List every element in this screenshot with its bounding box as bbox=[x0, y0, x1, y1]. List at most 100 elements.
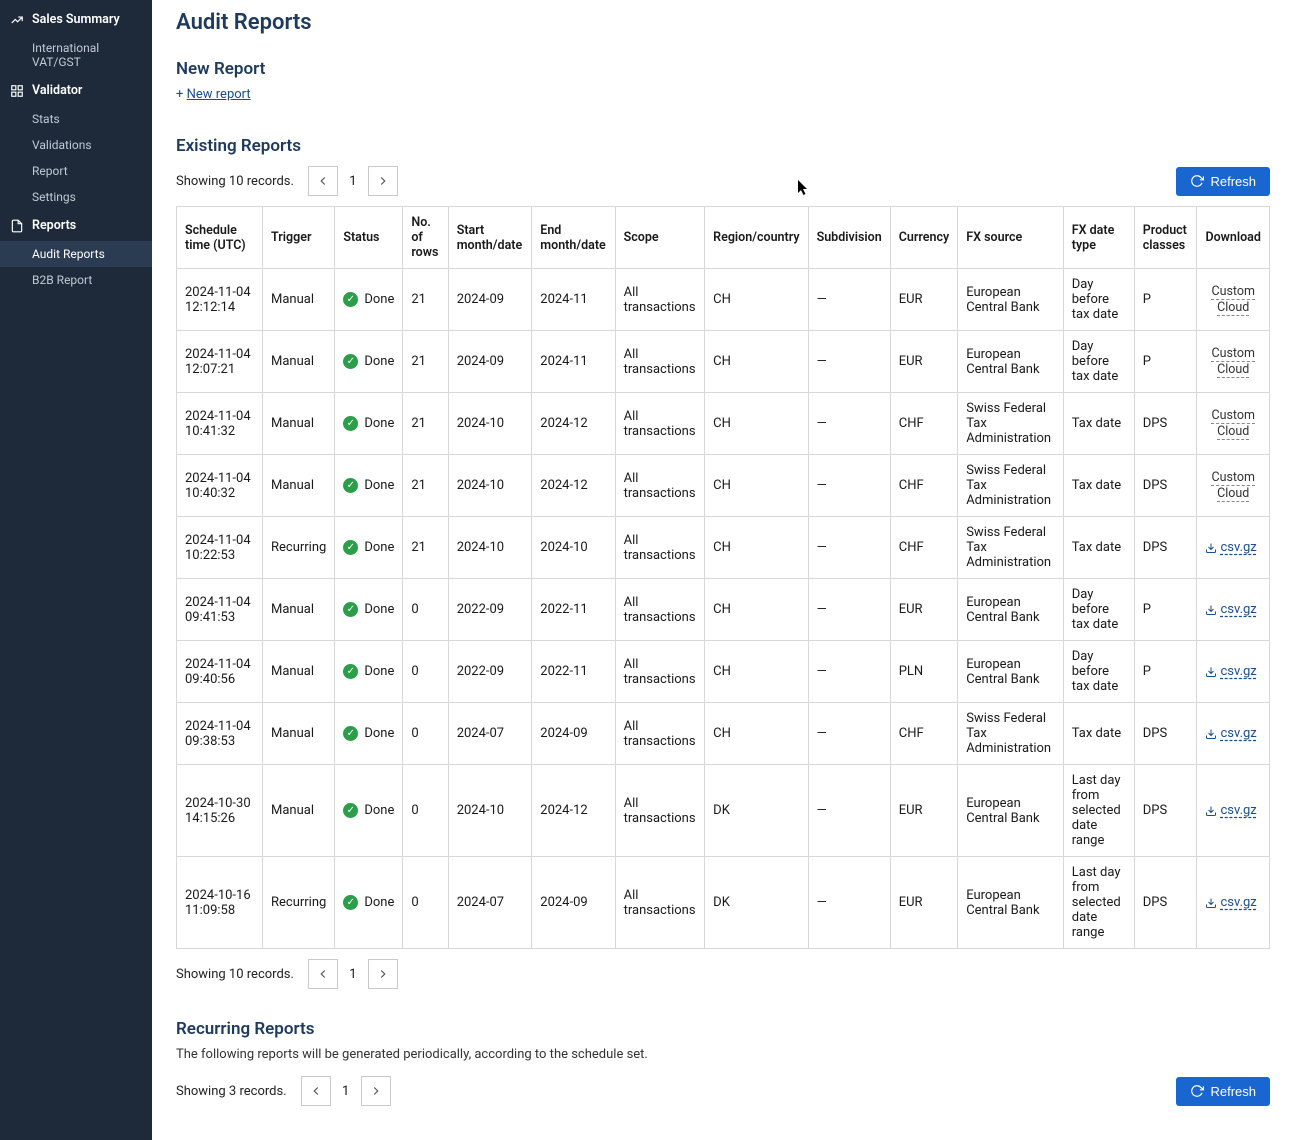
cell-scope: All transactions bbox=[615, 857, 705, 949]
sidebar-section-label: Validator bbox=[32, 83, 82, 98]
cell-rows: 0 bbox=[403, 579, 448, 641]
download-link[interactable]: csv.gz bbox=[1220, 726, 1256, 741]
cell-scope: All transactions bbox=[615, 455, 705, 517]
cell-status: ✓Done bbox=[335, 579, 403, 641]
cell-fx_source: Swiss Federal Tax Administration bbox=[958, 517, 1064, 579]
refresh-button[interactable]: Refresh bbox=[1176, 1077, 1270, 1106]
pager-current-page: 1 bbox=[338, 166, 368, 196]
chevron-right-icon bbox=[376, 174, 390, 188]
download-link[interactable]: csv.gz bbox=[1220, 895, 1256, 910]
cell-fx_date_type: Day before tax date bbox=[1063, 579, 1134, 641]
chevron-left-icon bbox=[316, 967, 330, 981]
cell-currency: CHF bbox=[890, 703, 957, 765]
section-existing-title: Existing Reports bbox=[176, 136, 1270, 156]
cell-region: DK bbox=[705, 857, 808, 949]
th-rows: No. of rows bbox=[403, 207, 448, 269]
cell-scope: All transactions bbox=[615, 579, 705, 641]
status-text: Done bbox=[364, 292, 394, 307]
chart-line-icon bbox=[10, 13, 24, 27]
cell-currency: EUR bbox=[890, 269, 957, 331]
reports-icon bbox=[10, 219, 24, 233]
grid-icon bbox=[10, 84, 24, 98]
download-custom[interactable]: CustomCloud bbox=[1205, 284, 1261, 315]
download-custom[interactable]: CustomCloud bbox=[1205, 346, 1261, 377]
cell-schedule: 2024-11-04 12:12:14 bbox=[177, 269, 263, 331]
pager-prev-button[interactable] bbox=[308, 166, 338, 196]
cell-fx_date_type: Day before tax date bbox=[1063, 269, 1134, 331]
sidebar: Sales SummaryInternational VAT/GST Valida… bbox=[0, 0, 152, 1140]
records-count-label: Showing 3 records. bbox=[176, 1084, 287, 1099]
cell-product: P bbox=[1134, 641, 1197, 703]
sidebar-item[interactable]: Audit Reports bbox=[0, 241, 152, 267]
cell-currency: EUR bbox=[890, 331, 957, 393]
download-link[interactable]: csv.gz bbox=[1220, 803, 1256, 818]
download-custom[interactable]: CustomCloud bbox=[1205, 408, 1261, 439]
cell-product: DPS bbox=[1134, 517, 1197, 579]
cell-product: DPS bbox=[1134, 857, 1197, 949]
cell-fx_date_type: Day before tax date bbox=[1063, 331, 1134, 393]
pager-prev-button[interactable] bbox=[301, 1076, 331, 1106]
pager-next-button[interactable] bbox=[361, 1076, 391, 1106]
download-csv: csv.gz bbox=[1205, 540, 1261, 555]
cell-status: ✓Done bbox=[335, 641, 403, 703]
download-link[interactable]: csv.gz bbox=[1220, 664, 1256, 679]
table-row: 2024-11-04 09:38:53Manual✓Done02024-0720… bbox=[177, 703, 1270, 765]
cell-download: csv.gz bbox=[1197, 517, 1270, 579]
chevron-right-icon bbox=[369, 1084, 383, 1098]
cell-scope: All transactions bbox=[615, 393, 705, 455]
cell-scope: All transactions bbox=[615, 331, 705, 393]
pager-current-page: 1 bbox=[338, 959, 368, 989]
sidebar-item[interactable]: B2B Report bbox=[0, 267, 152, 293]
cell-currency: PLN bbox=[890, 641, 957, 703]
sidebar-item[interactable]: International VAT/GST bbox=[0, 35, 152, 75]
sidebar-item[interactable]: Stats bbox=[0, 106, 152, 132]
status-badge: ✓Done bbox=[343, 895, 394, 910]
cell-end: 2024-09 bbox=[532, 703, 615, 765]
table-row: 2024-11-04 10:22:53Recurring✓Done212024-… bbox=[177, 517, 1270, 579]
cell-start: 2024-10 bbox=[448, 393, 532, 455]
cell-schedule: 2024-11-04 12:07:21 bbox=[177, 331, 263, 393]
pager-next-button[interactable] bbox=[368, 959, 398, 989]
check-circle-icon: ✓ bbox=[343, 803, 358, 818]
cell-fx_source: European Central Bank bbox=[958, 641, 1064, 703]
sidebar-section-header[interactable]: Reports bbox=[0, 210, 152, 241]
cell-schedule: 2024-11-04 10:22:53 bbox=[177, 517, 263, 579]
cell-subdivision: — bbox=[808, 331, 890, 393]
sidebar-section-header[interactable]: Validator bbox=[0, 75, 152, 106]
cell-subdivision: — bbox=[808, 269, 890, 331]
cell-schedule: 2024-11-04 09:41:53 bbox=[177, 579, 263, 641]
cell-subdivision: — bbox=[808, 455, 890, 517]
status-badge: ✓Done bbox=[343, 292, 394, 307]
sidebar-item[interactable]: Validations bbox=[0, 132, 152, 158]
cell-status: ✓Done bbox=[335, 765, 403, 857]
pager-prev-button[interactable] bbox=[308, 959, 338, 989]
pager-next-button[interactable] bbox=[368, 166, 398, 196]
cell-trigger: Manual bbox=[263, 579, 335, 641]
new-report-link[interactable]: New report bbox=[187, 87, 251, 102]
th-trigger: Trigger bbox=[263, 207, 335, 269]
cell-product: DPS bbox=[1134, 765, 1197, 857]
download-link[interactable]: csv.gz bbox=[1220, 602, 1256, 617]
sidebar-item[interactable]: Settings bbox=[0, 184, 152, 210]
sidebar-section-header[interactable]: Sales Summary bbox=[0, 4, 152, 35]
download-custom[interactable]: CustomCloud bbox=[1205, 470, 1261, 501]
pager-current-page: 1 bbox=[331, 1076, 361, 1106]
chevron-left-icon bbox=[316, 174, 330, 188]
cell-fx_date_type: Last day from selected date range bbox=[1063, 765, 1134, 857]
sidebar-item[interactable]: Report bbox=[0, 158, 152, 184]
cell-download: csv.gz bbox=[1197, 703, 1270, 765]
cell-end: 2024-11 bbox=[532, 331, 615, 393]
cell-download: CustomCloud bbox=[1197, 269, 1270, 331]
check-circle-icon: ✓ bbox=[343, 664, 358, 679]
cell-start: 2024-07 bbox=[448, 857, 532, 949]
pagination: 1 bbox=[308, 959, 398, 989]
table-row: 2024-11-04 12:07:21Manual✓Done212024-092… bbox=[177, 331, 1270, 393]
cell-fx_date_type: Tax date bbox=[1063, 455, 1134, 517]
refresh-button[interactable]: Refresh bbox=[1176, 167, 1270, 196]
download-link[interactable]: csv.gz bbox=[1220, 540, 1256, 555]
cell-schedule: 2024-11-04 09:40:56 bbox=[177, 641, 263, 703]
cell-fx_date_type: Day before tax date bbox=[1063, 641, 1134, 703]
status-badge: ✓Done bbox=[343, 354, 394, 369]
cell-fx_source: European Central Bank bbox=[958, 269, 1064, 331]
cell-start: 2024-07 bbox=[448, 703, 532, 765]
